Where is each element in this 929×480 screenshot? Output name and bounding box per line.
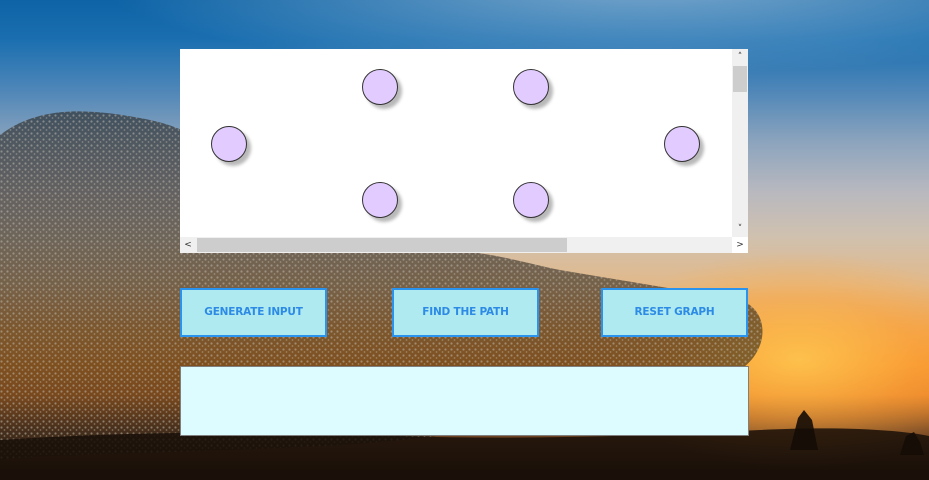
graph-node-circle-icon[interactable] [664,126,700,162]
horizontal-scrollbar[interactable]: < > [180,237,744,253]
find-path-button[interactable]: FIND THE PATH [392,288,539,337]
scroll-down-arrow-icon[interactable]: ˅ [732,221,748,237]
horizontal-scroll-thumb[interactable] [197,238,567,252]
graph-node-circle-icon[interactable] [513,182,549,218]
vertical-scroll-thumb[interactable] [733,66,747,92]
scroll-right-arrow-icon[interactable]: > [732,237,748,253]
graph-node-circle-icon[interactable] [513,69,549,105]
reset-graph-button[interactable]: RESET GRAPH [601,288,748,337]
scroll-up-arrow-icon[interactable]: ˄ [732,49,748,65]
generate-input-button[interactable]: GENERATE INPUT [180,288,327,337]
graph-node-circle-icon[interactable] [362,69,398,105]
graph-canvas-panel[interactable]: ˄ ˅ < > [180,49,748,253]
graph-node-circle-icon[interactable] [211,126,247,162]
vertical-scrollbar[interactable]: ˄ ˅ [732,49,748,237]
scroll-left-arrow-icon[interactable]: < [180,237,196,253]
graph-drawing-area[interactable] [180,49,732,237]
graph-node-circle-icon[interactable] [362,182,398,218]
output-text-area[interactable] [180,366,749,436]
